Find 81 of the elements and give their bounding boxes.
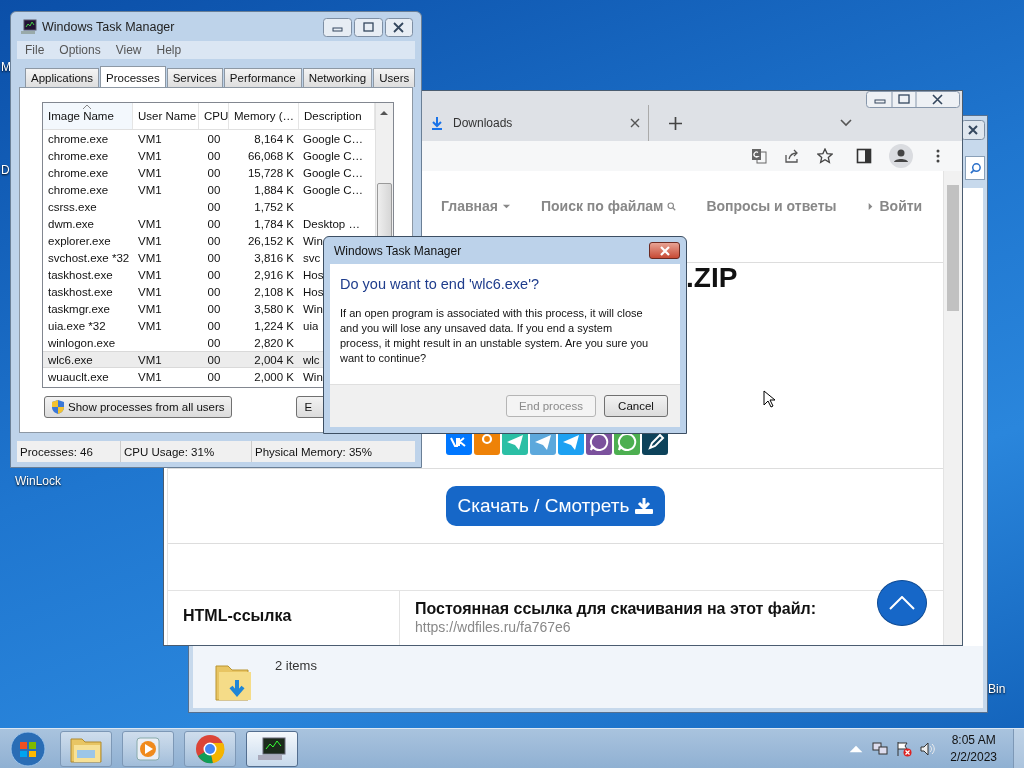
row-label: HTML-ссылка: [183, 607, 292, 624]
table-cell-text: 00: [206, 200, 222, 213]
table-cell-text: VM1: [137, 217, 163, 230]
file-title: .ZIP: [686, 263, 739, 293]
table-cell-text: Win: [302, 234, 323, 247]
table-cell-text: wuauclt.exe: [47, 370, 110, 383]
table-cell-text: chrome.exe: [47, 149, 110, 162]
table-cell-text: explorer.exe: [47, 234, 112, 247]
status-text: CPU Usage: 31%: [121, 441, 252, 462]
table-cell-text: 2,820 K: [253, 336, 295, 349]
table-cell-text: chrome.exe: [47, 166, 110, 179]
table-cell-text: taskmgr.exe: [47, 302, 111, 315]
table-cell-text: wlc6.exe: [47, 353, 94, 366]
table-cell-text: winlogon.exe: [47, 336, 117, 349]
dialog-heading: Do you want to end 'wlc6.exe'?: [340, 276, 540, 292]
table-cell-text: 1,752 K: [253, 200, 295, 213]
table-cell-text: csrss.exe: [47, 200, 98, 213]
table-cell-text: 00: [206, 285, 222, 298]
table-cell-text: 1,884 K: [253, 183, 295, 196]
table-cell-text: 00: [206, 217, 222, 230]
table-cell-text: VM1: [137, 132, 163, 145]
window-title: Windows Task Manager: [42, 19, 175, 34]
table-cell-text: wlc: [302, 353, 320, 366]
table-cell-text: uia.exe *32: [47, 319, 107, 332]
table-cell-text: taskhost.exe: [47, 268, 114, 281]
table-cell-text: VM1: [137, 353, 163, 366]
table-cell-text: VM1: [137, 149, 163, 162]
table-cell-text: chrome.exe: [47, 132, 110, 145]
table-cell-text: 00: [206, 166, 222, 179]
table-cell-text: uia: [302, 319, 319, 332]
status-text: Physical Memory: 35%: [254, 444, 373, 460]
table-cell-text: VM1: [137, 234, 163, 247]
table-cell-text: chrome.exe: [47, 183, 110, 196]
table-cell-text: Win: [302, 370, 323, 383]
table-cell-text: Google C…: [302, 183, 364, 196]
table-cell-text: VM1: [137, 183, 163, 196]
table-cell-text: 3,580 K: [253, 302, 295, 315]
table-cell-text: 00: [206, 268, 222, 281]
table-cell-text: 15,728 K: [246, 166, 295, 179]
table-cell-text: Google C…: [302, 166, 364, 179]
table-cell-text: 2,004 K: [253, 353, 295, 366]
table-cell-text: Win: [302, 302, 323, 315]
table-cell-text: VM1: [137, 302, 163, 315]
table-cell-text: 66,068 K: [246, 149, 295, 162]
table-cell-text: svc: [302, 251, 321, 264]
item-count: 2 items: [275, 658, 317, 673]
row-heading: Постоянная ссылка для скачивания на этот файл:: [415, 599, 817, 619]
table-cell-text: 8,164 K: [253, 132, 295, 145]
table-cell-text: VM1: [137, 268, 163, 281]
table-cell-text: 00: [206, 183, 222, 196]
table-cell-text: 00: [206, 370, 222, 383]
table-cell-text: 00: [206, 149, 222, 162]
table-cell-text: svchost.exe *32: [47, 251, 131, 264]
table-cell-text: VM1: [137, 285, 163, 298]
table-cell-text: 00: [206, 132, 222, 145]
table-cell-text: 00: [206, 319, 222, 332]
table-cell-text: 00: [206, 336, 222, 349]
status-text: Processes: 46: [17, 441, 121, 462]
dialog-title: Windows Task Manager: [334, 243, 462, 258]
table-cell-text: VM1: [137, 251, 163, 264]
table-cell-text: 2,000 K: [253, 370, 295, 383]
table-cell-text: VM1: [137, 370, 163, 383]
table-cell-text: VM1: [137, 319, 163, 332]
table-cell-text: 2,916 K: [253, 268, 295, 281]
table-cell-text: 1,784 K: [253, 217, 295, 230]
table-cell-text: 26,152 K: [246, 234, 295, 247]
table-cell-text: Desktop …: [302, 217, 360, 230]
table-cell-text: Google C…: [302, 132, 364, 145]
table-cell-text: 2,108 K: [253, 285, 295, 298]
table-cell-text: Hos: [302, 268, 324, 281]
table-cell-text: 00: [206, 234, 222, 247]
table-cell-text: dwm.exe: [47, 217, 96, 230]
table-cell-text: VM1: [137, 166, 163, 179]
table-cell-text: taskhost.exe: [47, 285, 114, 298]
table-cell-text: 3,816 K: [253, 251, 295, 264]
table-cell-text: Hos: [302, 285, 324, 298]
table-cell-text: 00: [206, 251, 222, 264]
table-cell-text: 00: [206, 302, 222, 315]
table-cell-text: 00: [206, 353, 222, 366]
table-cell-text: Google C…: [302, 149, 364, 162]
table-cell-text: 1,224 K: [253, 319, 295, 332]
